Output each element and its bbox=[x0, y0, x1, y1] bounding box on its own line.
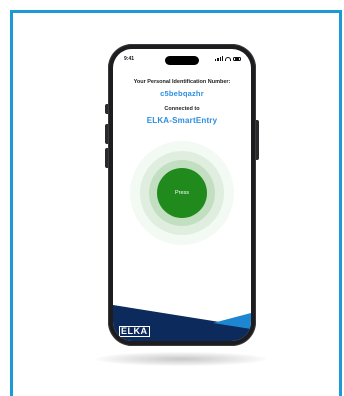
mute-switch bbox=[105, 104, 108, 114]
footer-banner: ELKA bbox=[113, 301, 251, 341]
phone-screen: 9:41 Your Personal Identification Number… bbox=[113, 49, 251, 341]
signal-icon bbox=[215, 56, 223, 61]
pid-value: c5bebqazhr bbox=[160, 89, 204, 98]
connected-label: Connected to bbox=[164, 106, 200, 112]
status-time: 9:41 bbox=[124, 56, 135, 62]
phone-mockup: 9:41 Your Personal Identification Number… bbox=[105, 44, 259, 346]
press-button-label: Press bbox=[174, 190, 190, 196]
side-button bbox=[256, 120, 259, 160]
pid-label: Your Personal Identification Number: bbox=[133, 79, 231, 85]
volume-up-button bbox=[105, 124, 108, 144]
elka-logo: ELKA bbox=[119, 326, 150, 337]
volume-down-button bbox=[105, 148, 108, 168]
dynamic-island bbox=[165, 56, 199, 65]
device-name: ELKA-SmartEntry bbox=[146, 116, 218, 125]
press-button[interactable]: Press bbox=[157, 168, 207, 218]
wifi-icon bbox=[225, 56, 231, 61]
phone-shadow bbox=[96, 352, 266, 366]
status-icons bbox=[215, 56, 241, 61]
battery-icon bbox=[233, 56, 241, 61]
